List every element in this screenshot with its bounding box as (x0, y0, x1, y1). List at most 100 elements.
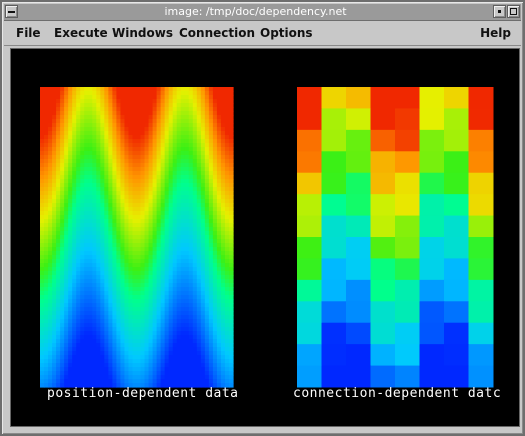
field-cell (48, 231, 53, 236)
field-cell (188, 243, 194, 248)
field-cell (124, 235, 130, 240)
field-cell (164, 147, 170, 152)
field-cell (108, 267, 113, 272)
field-cell (172, 195, 178, 200)
field-cell (56, 295, 61, 300)
field-cell (172, 235, 178, 240)
field-cell (212, 303, 218, 308)
field-cell (96, 303, 101, 308)
field-cell (228, 143, 234, 148)
field-cell (120, 315, 126, 320)
field-cell (212, 119, 218, 124)
field-cell (120, 107, 126, 112)
field-cell (196, 219, 202, 224)
field-cell (112, 283, 117, 288)
field-cell (104, 303, 109, 308)
field-cell (208, 111, 214, 116)
field-cell (76, 111, 81, 116)
field-cell (52, 311, 57, 316)
minimize-button[interactable] (493, 5, 506, 18)
field-cell (164, 203, 170, 208)
title-bar[interactable]: image: /tmp/doc/dependency.net (4, 4, 521, 21)
menu-connection[interactable]: Connection (179, 25, 255, 41)
field-cell (60, 99, 65, 104)
field-cell (212, 243, 218, 248)
field-cell (136, 295, 142, 300)
field-cell (116, 115, 122, 120)
field-cell (204, 271, 210, 276)
field-cell (88, 91, 93, 96)
menu-help[interactable]: Help (480, 25, 511, 41)
field-cell (184, 291, 190, 296)
field-cell (224, 135, 230, 140)
field-cell (204, 215, 210, 220)
field-cell (208, 347, 214, 352)
field-cell (148, 323, 154, 328)
field-cell (72, 295, 77, 300)
field-cell (188, 295, 194, 300)
field-cell (52, 263, 57, 268)
field-cell (208, 239, 214, 244)
field-cell (112, 363, 117, 368)
field-cell (216, 211, 222, 216)
field-cell (116, 219, 122, 224)
field-cell (112, 135, 117, 140)
field-cell (164, 283, 170, 288)
grid-cell (468, 322, 494, 345)
field-cell (156, 195, 162, 200)
field-cell (108, 175, 113, 180)
field-cell (164, 363, 170, 368)
field-cell (160, 179, 166, 184)
field-cell (108, 359, 113, 364)
field-cell (72, 103, 77, 108)
menu-options[interactable]: Options (260, 25, 313, 41)
field-cell (204, 103, 210, 108)
field-cell (200, 171, 206, 176)
field-cell (76, 191, 81, 196)
field-cell (132, 331, 138, 336)
field-cell (228, 315, 234, 320)
field-cell (204, 379, 210, 384)
field-cell (228, 375, 234, 380)
field-cell (224, 159, 230, 164)
field-cell (228, 287, 234, 292)
field-cell (156, 231, 162, 236)
field-cell (188, 175, 194, 180)
window-menu-button[interactable] (5, 5, 18, 18)
field-cell (88, 259, 93, 264)
field-cell (188, 163, 194, 168)
field-cell (216, 119, 222, 124)
grid-cell (297, 301, 322, 324)
maximize-button[interactable] (507, 5, 520, 18)
field-cell (108, 223, 113, 228)
field-cell (220, 123, 226, 128)
menu-file[interactable]: File (16, 25, 41, 41)
field-cell (68, 135, 73, 140)
field-cell (72, 299, 77, 304)
field-cell (136, 223, 142, 228)
field-cell (192, 87, 198, 92)
field-cell (168, 363, 174, 368)
field-cell (204, 203, 210, 208)
field-cell (80, 119, 85, 124)
field-cell (48, 115, 53, 120)
field-cell (212, 267, 218, 272)
field-cell (224, 279, 230, 284)
field-cell (180, 283, 186, 288)
field-cell (208, 191, 214, 196)
field-cell (84, 175, 89, 180)
image-canvas[interactable]: position-dependent data connection-depen… (10, 48, 520, 427)
field-cell (40, 91, 45, 96)
menu-windows[interactable]: Windows (112, 25, 173, 41)
field-cell (140, 127, 146, 132)
menu-execute[interactable]: Execute (54, 25, 108, 41)
field-cell (168, 107, 174, 112)
field-cell (64, 359, 69, 364)
field-cell (192, 211, 198, 216)
field-cell (96, 319, 101, 324)
field-cell (192, 199, 198, 204)
field-cell (128, 179, 134, 184)
field-cell (152, 111, 158, 116)
field-cell (164, 295, 170, 300)
field-cell (180, 127, 186, 132)
